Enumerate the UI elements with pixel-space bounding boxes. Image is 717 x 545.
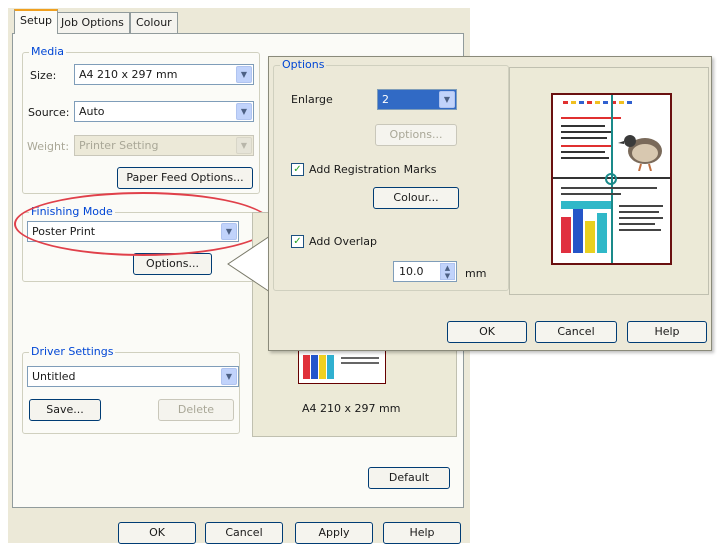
options-group-label: Options	[280, 58, 327, 71]
tab-job-options[interactable]: Job Options	[55, 12, 130, 33]
paper-feed-options-label: Paper Feed Options...	[126, 171, 244, 184]
tab-label: Job Options	[61, 16, 124, 29]
overlap-amount-spinner[interactable]: 10.0 ▲ ▼	[393, 261, 457, 282]
enlarge-value: 2	[382, 93, 389, 106]
driver-settings-select[interactable]: Untitled ▼	[27, 366, 239, 387]
driver-settings-label: Driver Settings	[29, 345, 116, 358]
chevron-down-icon[interactable]: ▼	[221, 368, 237, 385]
enlarge-select[interactable]: 2 ▼	[377, 89, 457, 110]
driver-settings-value: Untitled	[32, 370, 76, 383]
help-label: Help	[409, 526, 435, 539]
options-ok-label: OK	[479, 325, 495, 338]
paper-size-value: A4 210 x 297 mm	[79, 68, 178, 81]
apply-button[interactable]: Apply	[295, 522, 373, 544]
cancel-label: Cancel	[225, 526, 263, 539]
options-cancel-label: Cancel	[557, 325, 595, 338]
tab-label: Setup	[20, 14, 53, 27]
registration-marks-checkbox[interactable]: ✓	[291, 163, 304, 176]
source-label: Source:	[28, 106, 70, 119]
tab-label: Colour	[136, 16, 172, 29]
spinner-arrows-icon[interactable]: ▲ ▼	[440, 263, 455, 280]
default-label: Default	[388, 471, 430, 484]
enlarge-label: Enlarge	[291, 93, 333, 106]
ok-label: OK	[149, 526, 165, 539]
paper-source-value: Auto	[79, 105, 105, 118]
bird-illustration-icon	[618, 135, 662, 171]
poster-preview-page	[551, 93, 672, 265]
options-help-button[interactable]: Help	[627, 321, 707, 343]
chevron-down-icon: ▼	[236, 137, 252, 154]
overlap-amount-value: 10.0	[399, 265, 424, 278]
paper-source-select[interactable]: Auto ▼	[74, 101, 254, 122]
options-help-label: Help	[654, 325, 680, 338]
enlarge-options-button: Options...	[375, 124, 457, 146]
colour-label: Colour...	[393, 191, 439, 204]
chevron-down-icon[interactable]: ▼	[439, 91, 455, 108]
overlap-unit-label: mm	[465, 267, 487, 280]
size-label: Size:	[30, 69, 57, 82]
overlap-label: Add Overlap	[309, 235, 378, 248]
options-dialog: Options Enlarge 2 ▼ Options... ✓ Add Reg…	[268, 56, 712, 351]
driver-settings-group: Driver Settings	[22, 345, 240, 434]
paper-size-select[interactable]: A4 210 x 297 mm ▼	[74, 64, 254, 85]
save-label: Save...	[46, 403, 84, 416]
registration-marks-label: Add Registration Marks	[309, 163, 437, 176]
chevron-down-icon[interactable]: ▼	[236, 66, 252, 83]
default-button[interactable]: Default	[368, 467, 450, 489]
enlarge-options-label: Options...	[389, 128, 443, 141]
media-group-label: Media	[29, 45, 67, 58]
help-button[interactable]: Help	[383, 522, 461, 544]
chevron-down-icon[interactable]: ▼	[236, 103, 252, 120]
apply-label: Apply	[318, 526, 350, 539]
ok-button[interactable]: OK	[118, 522, 196, 544]
callout-pointer	[227, 236, 271, 293]
preview-size-caption: A4 210 x 297 mm	[302, 402, 401, 415]
weight-label: Weight:	[27, 140, 70, 153]
options-ok-button[interactable]: OK	[447, 321, 527, 343]
options-cancel-button[interactable]: Cancel	[535, 321, 617, 343]
paper-weight-select: Printer Setting ▼	[74, 135, 254, 156]
paper-feed-options-button[interactable]: Paper Feed Options...	[117, 167, 253, 189]
tab-setup[interactable]: Setup	[14, 9, 59, 34]
cancel-button[interactable]: Cancel	[205, 522, 283, 544]
save-button[interactable]: Save...	[29, 399, 101, 421]
page-preview-thumbnail	[298, 350, 386, 384]
finishing-options-label: Options...	[146, 257, 199, 270]
finishing-options-button[interactable]: Options...	[133, 253, 212, 275]
overlap-checkbox[interactable]: ✓	[291, 235, 304, 248]
tab-colour[interactable]: Colour	[130, 12, 178, 33]
paper-weight-value: Printer Setting	[79, 139, 159, 152]
delete-label: Delete	[177, 403, 215, 416]
delete-button: Delete	[158, 399, 234, 421]
colour-button[interactable]: Colour...	[373, 187, 459, 209]
